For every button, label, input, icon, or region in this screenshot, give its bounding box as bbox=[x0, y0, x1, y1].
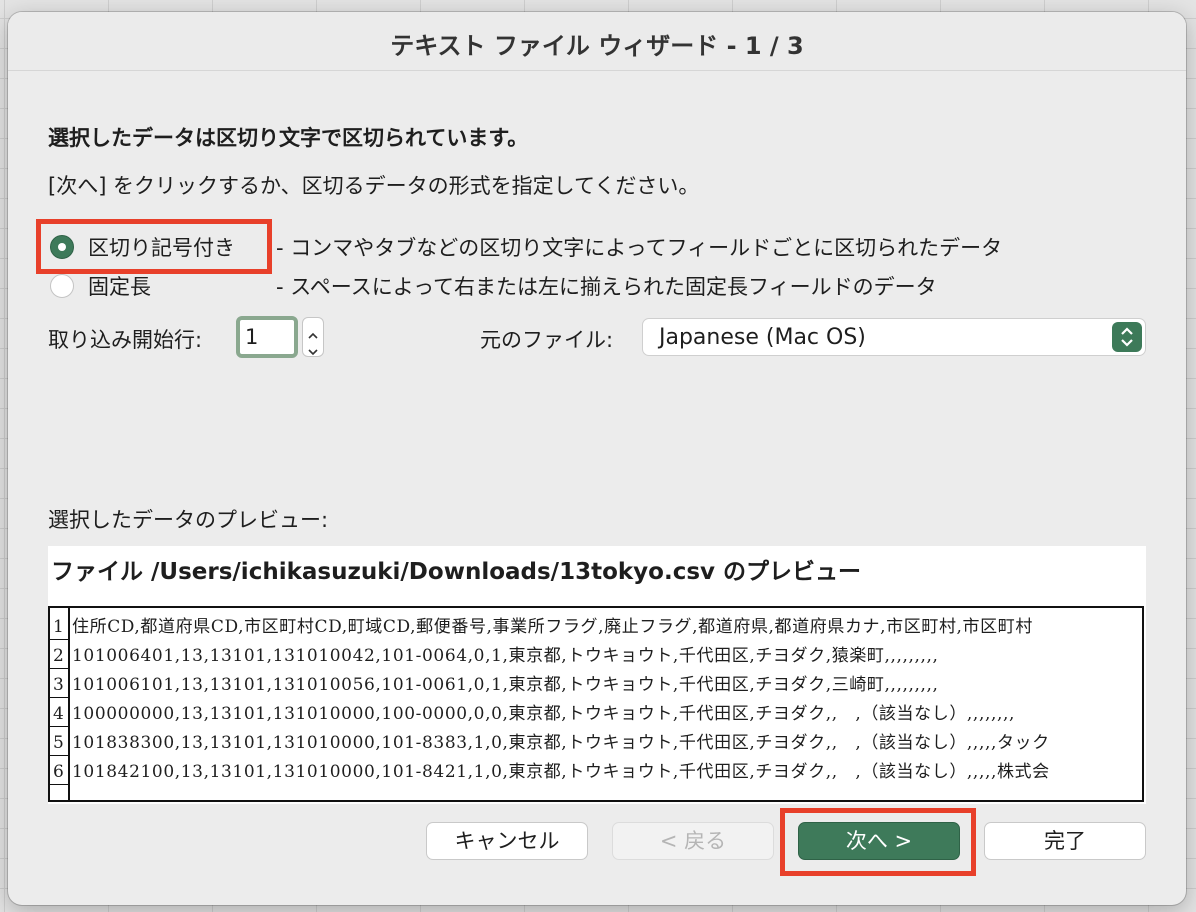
import-start-row-stepper[interactable] bbox=[302, 317, 324, 357]
dialog-title: テキスト ファイル ウィザード - 1 / 3 bbox=[390, 32, 804, 60]
source-file-value: Japanese (Mac OS) bbox=[659, 325, 866, 350]
preview-row-text: 100000000,13,13101,131010000,100-0000,0,… bbox=[72, 704, 1015, 724]
chevron-updown-icon[interactable] bbox=[1112, 322, 1142, 352]
preview-file-title: ファイル /Users/ichikasuzuki/Downloads/13tok… bbox=[51, 559, 862, 585]
row-divider bbox=[50, 668, 68, 669]
intro-heading: 選択したデータは区切り文字で区切られています。 bbox=[48, 126, 529, 150]
source-file-label: 元のファイル: bbox=[480, 328, 614, 352]
source-file-popup[interactable]: Japanese (Mac OS) bbox=[642, 318, 1146, 356]
cancel-button[interactable]: キャンセル bbox=[426, 822, 588, 860]
dialog-titlebar: テキスト ファイル ウィザード - 1 / 3 bbox=[8, 12, 1186, 71]
preview-number-column-divider bbox=[68, 608, 70, 800]
preview-row-text: 101838300,13,13101,131010000,101-8383,1,… bbox=[72, 733, 1050, 753]
radio-fixed-width-label[interactable]: 固定長 bbox=[88, 271, 151, 301]
preview-panel: ファイル /Users/ichikasuzuki/Downloads/13tok… bbox=[48, 546, 1146, 804]
text-import-wizard-dialog: テキスト ファイル ウィザード - 1 / 3 選択したデータは区切り文字で区切… bbox=[8, 12, 1186, 905]
preview-row-number: 1 bbox=[53, 617, 64, 637]
highlight-box-delimited bbox=[36, 219, 272, 274]
highlight-box-next bbox=[780, 808, 976, 876]
preview-row-text: 住所CD,都道府県CD,市区町村CD,町域CD,郵便番号,事業所フラグ,廃止フラ… bbox=[72, 617, 1033, 637]
preview-row-number: 3 bbox=[53, 675, 64, 695]
preview-row-number: 4 bbox=[53, 704, 64, 724]
preview-row-number: 5 bbox=[53, 733, 64, 753]
preview-row-text: 101842100,13,13101,131010000,101-8421,1,… bbox=[72, 762, 1050, 782]
import-start-label: 取り込み開始行: bbox=[48, 328, 203, 352]
row-divider bbox=[50, 726, 68, 727]
radio-delimited-description: - コンマやタブなどの区切り文字によってフィールドごとに区切られたデータ bbox=[276, 236, 1003, 260]
row-divider bbox=[50, 697, 68, 698]
preview-row-text: 101006401,13,13101,131010042,101-0064,0,… bbox=[72, 646, 939, 666]
back-button[interactable]: < 戻る bbox=[612, 822, 774, 860]
intro-instruction: [次へ] をクリックするか、区切るデータの形式を指定してください。 bbox=[48, 174, 700, 198]
preview-row-number: 2 bbox=[53, 646, 64, 666]
preview-label: 選択したデータのプレビュー: bbox=[48, 508, 329, 532]
row-divider bbox=[50, 639, 68, 640]
radio-fixed-width-description: - スペースによって右または左に揃えられた固定長フィールドのデータ bbox=[276, 275, 937, 299]
preview-row-text: 101006101,13,13101,131010056,101-0061,0,… bbox=[72, 675, 939, 695]
row-divider bbox=[50, 755, 68, 756]
preview-row-number: 6 bbox=[53, 762, 64, 782]
import-start-row-input[interactable]: 1 bbox=[236, 316, 298, 358]
stepper-down-icon[interactable] bbox=[308, 341, 318, 356]
stepper-up-icon[interactable] bbox=[308, 325, 318, 339]
preview-grid[interactable]: 1 住所CD,都道府県CD,市区町村CD,町域CD,郵便番号,事業所フラグ,廃止… bbox=[48, 606, 1144, 802]
row-divider bbox=[50, 784, 68, 785]
finish-button[interactable]: 完了 bbox=[984, 822, 1146, 860]
radio-fixed-width[interactable] bbox=[50, 274, 74, 298]
